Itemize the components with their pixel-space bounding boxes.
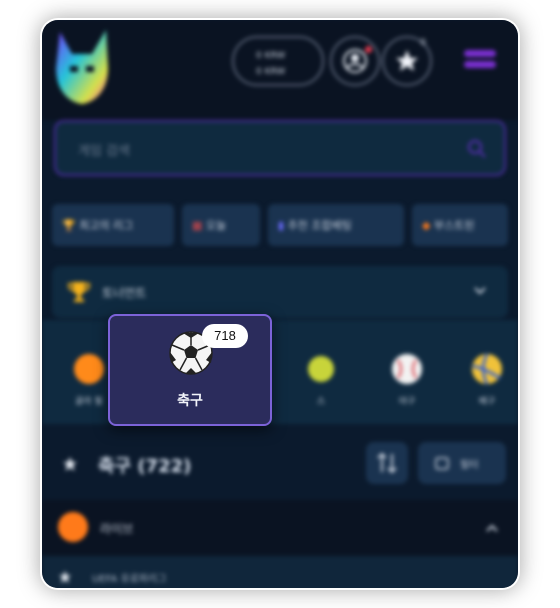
wallet-line-2: 0 KRW xyxy=(256,67,286,77)
sport-card-label: 축구 xyxy=(177,393,203,409)
star-icon[interactable] xyxy=(62,456,78,472)
filter-button[interactable]: 필터 xyxy=(418,442,506,484)
ball-icon xyxy=(74,354,104,384)
menu-bar-top xyxy=(464,50,496,57)
calendar-icon xyxy=(435,457,449,470)
baseball-icon xyxy=(392,354,422,384)
sort-button[interactable] xyxy=(366,442,408,484)
trophy-icon: 🏆 xyxy=(62,219,76,232)
favorites-count: 0 xyxy=(420,38,426,48)
quick-filter-chips: 🏆 최고의 리그 ▦ 오늘 ▮ 추천 조합베팅 ◆ 부스트된 xyxy=(52,204,518,248)
tennis-icon xyxy=(308,356,334,382)
match-count-badge: 718 xyxy=(202,324,248,348)
sport-label: 스 xyxy=(316,397,326,407)
sport-item[interactable]: 배구 xyxy=(452,346,518,416)
filter-label: 필터 xyxy=(460,460,479,471)
background-content: 0 KRW 0 KRW 0 게임 검색 🏆 최고의 리그 ▦ 오늘 ▮ 추천 조… xyxy=(42,20,518,588)
sport-label: 배구 xyxy=(478,397,496,407)
search-icon[interactable] xyxy=(466,138,488,160)
volleyball-icon xyxy=(472,353,502,385)
match-league-name: UEFA 유로파리그 xyxy=(92,574,167,585)
wallet-balance[interactable]: 0 KRW 0 KRW xyxy=(232,36,324,86)
ticket-icon: ▮ xyxy=(278,219,285,232)
chip-label: 최고의 리그 xyxy=(79,219,134,232)
search-bar[interactable]: 게임 검색 xyxy=(54,120,506,176)
chip-label: 부스트된 xyxy=(433,219,475,232)
trophy-icon xyxy=(68,282,90,302)
league-name: 라이브 xyxy=(100,522,134,536)
sport-label: 야구 xyxy=(398,397,416,407)
sport-item[interactable]: 스 xyxy=(286,346,356,416)
profile-button[interactable] xyxy=(330,36,380,86)
logo-icon[interactable] xyxy=(50,28,114,106)
league-row[interactable]: 라이브 xyxy=(42,500,518,556)
user-icon xyxy=(343,49,367,73)
notification-dot xyxy=(365,46,372,53)
chip-boosted[interactable]: ◆ 부스트된 xyxy=(412,204,508,246)
favorites-button[interactable]: 0 xyxy=(382,36,432,86)
menu-button[interactable] xyxy=(464,50,496,78)
search-placeholder: 게임 검색 xyxy=(78,144,130,159)
tournament-dropdown[interactable]: 토너먼트 xyxy=(52,266,508,318)
chip-today[interactable]: ▦ 오늘 xyxy=(182,204,260,246)
calendar-icon: ▦ xyxy=(192,219,203,232)
wallet-line-1: 0 KRW xyxy=(256,51,286,61)
match-row[interactable]: UEFA 유로파리그 xyxy=(42,556,518,588)
menu-bar-middle xyxy=(464,61,496,68)
tournament-label: 토너먼트 xyxy=(102,286,147,300)
chip-recommended[interactable]: ▮ 추천 조합베팅 xyxy=(268,204,404,246)
league-flag-icon xyxy=(58,512,88,542)
section-title: 축구 (722) xyxy=(98,456,192,477)
chevron-down-icon xyxy=(474,287,486,295)
section-header: 축구 (722) 필터 xyxy=(42,424,518,500)
sort-icon xyxy=(377,452,397,474)
chip-top-leagues[interactable]: 🏆 최고의 리그 xyxy=(52,204,174,246)
soccer-sport-card[interactable]: 718 축구 xyxy=(108,314,272,426)
sportsbook-app: 0 KRW 0 KRW 0 게임 검색 🏆 최고의 리그 ▦ 오늘 ▮ 추천 조… xyxy=(42,20,518,588)
sport-item[interactable]: 야구 xyxy=(372,346,442,416)
chip-label: 추천 조합베팅 xyxy=(287,219,352,232)
chevron-up-icon xyxy=(486,524,498,532)
top-header: 0 KRW 0 KRW 0 xyxy=(42,20,518,120)
chip-label: 오늘 xyxy=(205,219,227,232)
fire-icon: ◆ xyxy=(422,219,431,232)
star-icon[interactable] xyxy=(58,570,72,584)
